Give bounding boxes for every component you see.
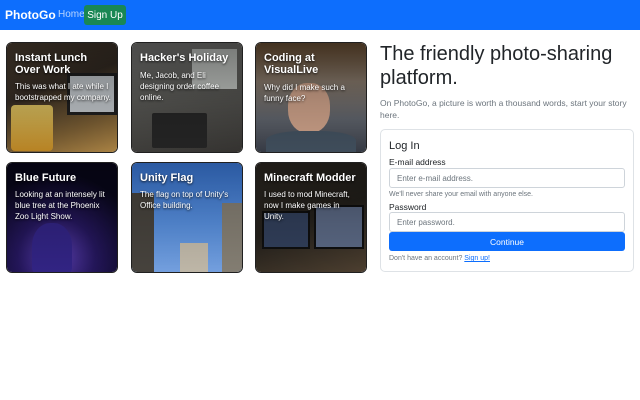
signup-prompt: Don't have an account? Sign up! xyxy=(389,255,490,262)
navbar: PhotoGo Home Sign Up xyxy=(0,0,640,30)
login-card: Log In E-mail address Enter e-mail addre… xyxy=(380,129,634,272)
card-description: Why did I make such a funny face? xyxy=(264,83,345,103)
card-description: This was what I ate while I bootstrapped… xyxy=(15,82,111,102)
photo-card[interactable]: Unity Flag The flag on top of Unity's Of… xyxy=(131,162,243,273)
password-field[interactable]: Enter password. xyxy=(389,212,625,232)
card-description: Me, Jacob, and Eli designing order coffe… xyxy=(140,71,220,102)
nav-home-link[interactable]: Home xyxy=(58,9,85,20)
email-label: E-mail address xyxy=(389,157,446,167)
card-description: I used to mod Minecraft, now I make game… xyxy=(264,190,350,221)
signup-link[interactable]: Sign up! xyxy=(464,255,490,262)
nav-signup-button[interactable]: Sign Up xyxy=(84,5,126,25)
login-title: Log In xyxy=(389,140,420,152)
card-title: Minecraft Modder xyxy=(264,172,356,184)
no-account-text: Don't have an account? xyxy=(389,255,463,262)
photo-card[interactable]: Coding at VisualLive Why did I make such… xyxy=(255,42,367,153)
photo-card[interactable]: Minecraft Modder I used to mod Minecraft… xyxy=(255,162,367,273)
card-description: The flag on top of Unity's Office buildi… xyxy=(140,190,229,210)
photo-card[interactable]: Blue Future Looking at an intensely lit … xyxy=(6,162,118,273)
hero-title: The friendly photo-sharing platform. xyxy=(380,43,613,89)
email-help-text: We'll never share your email with anyone… xyxy=(389,191,533,198)
card-title: Coding at VisualLive xyxy=(264,52,319,76)
continue-button[interactable]: Continue xyxy=(389,232,625,251)
card-title: Instant Lunch Over Work xyxy=(15,52,88,76)
card-title: Unity Flag xyxy=(140,172,194,184)
card-title: Hacker's Holiday xyxy=(140,52,229,64)
brand-logo[interactable]: PhotoGo xyxy=(5,8,56,22)
photo-card[interactable]: Instant Lunch Over Work This was what I … xyxy=(6,42,118,153)
email-field[interactable]: Enter e-mail address. xyxy=(389,168,625,188)
hero-subtitle: On PhotoGo, a picture is worth a thousan… xyxy=(380,98,627,120)
photo-card[interactable]: Hacker's Holiday Me, Jacob, and Eli desi… xyxy=(131,42,243,153)
card-description: Looking at an intensely lit blue tree at… xyxy=(15,190,105,221)
card-title: Blue Future xyxy=(15,172,77,184)
password-label: Password xyxy=(389,202,427,212)
